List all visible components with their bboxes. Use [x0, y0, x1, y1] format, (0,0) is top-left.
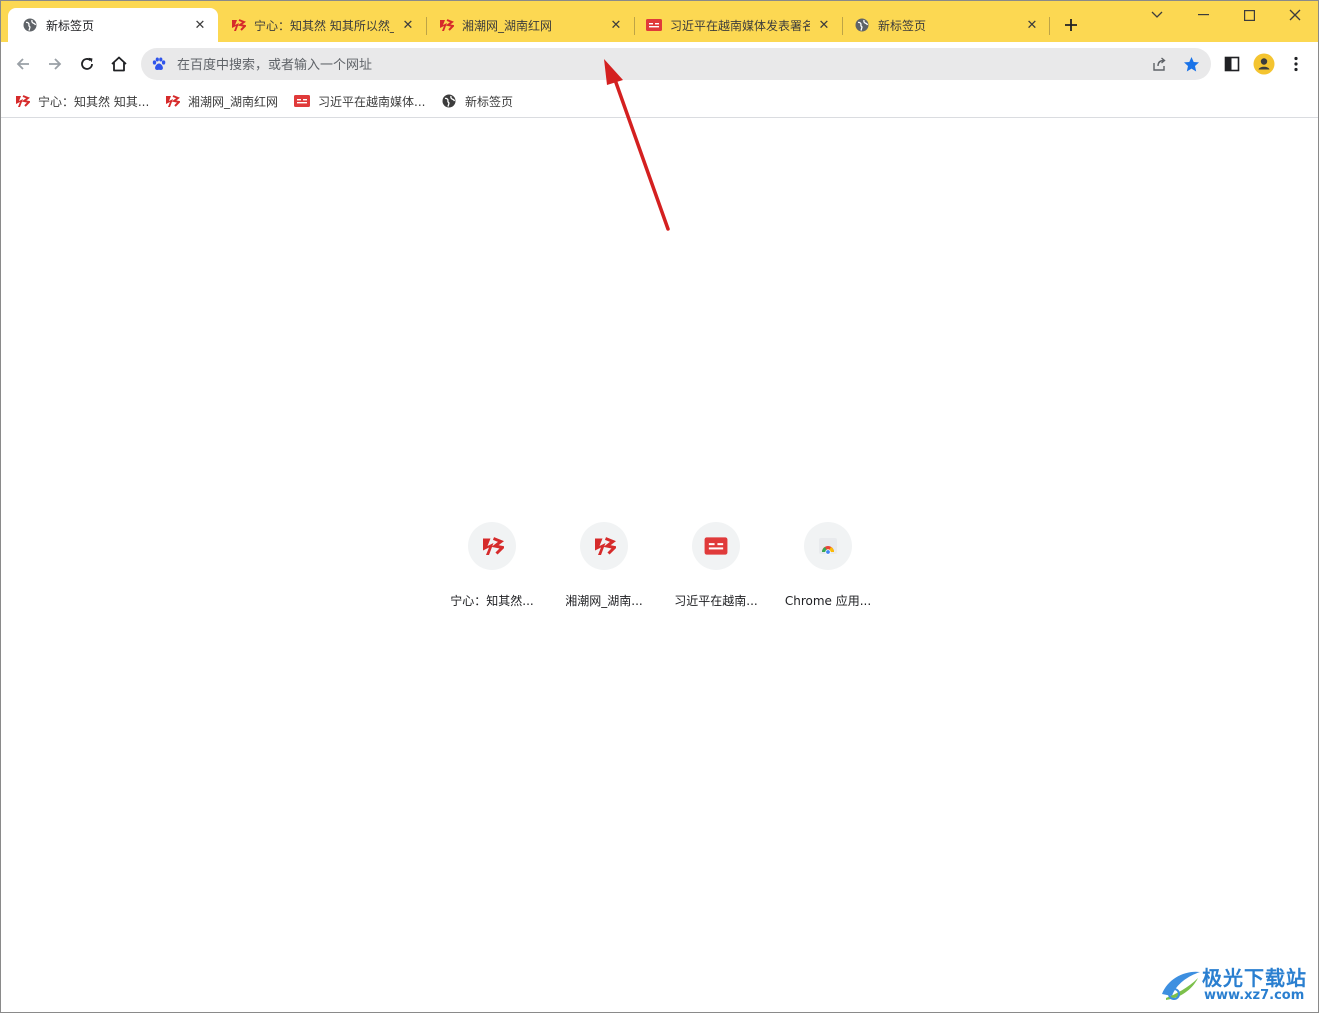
shortcut-icon-tile [580, 522, 628, 570]
profile-button[interactable] [1250, 50, 1278, 78]
arrow-left-icon [16, 58, 29, 70]
maximize-button[interactable] [1226, 0, 1272, 30]
xiangchao-logo-icon [164, 93, 180, 109]
watermark-url: www.xz7.com [1204, 988, 1305, 1003]
avatar-icon [1253, 53, 1275, 75]
tab-title: 新标签页 [46, 18, 95, 33]
xiangchao-logo-icon [438, 17, 454, 33]
star-icon[interactable] [1182, 55, 1200, 73]
shortcut-title: 湘潮网_湖南... [565, 594, 643, 608]
shortcut-chrome-apps[interactable]: Chrome 应用... [772, 520, 884, 610]
close-tab-icon[interactable]: ✕ [400, 17, 416, 33]
close-icon [1289, 9, 1301, 21]
globe-icon [441, 93, 457, 109]
shortcut-toutiao[interactable]: 习近平在越南... [660, 520, 772, 610]
bookmark-label: 新标签页 [465, 94, 514, 109]
shortcut-ningxin[interactable]: 宁心：知其然... [436, 520, 548, 610]
bookmark-label: 习近平在越南媒体... [318, 94, 426, 109]
toutiao-logo-icon [704, 537, 728, 555]
tab-new-tab-2[interactable]: 新标签页 ✕ [840, 8, 1050, 42]
globe-icon [22, 17, 38, 33]
back-button[interactable] [9, 50, 37, 78]
reload-icon [81, 57, 93, 70]
bookmark-label: 宁心：知其然 知其... [38, 94, 150, 109]
watermark-brand: 极光下载站 [1202, 966, 1307, 990]
toutiao-logo-icon [294, 93, 310, 109]
minimize-icon [1197, 14, 1209, 16]
tab-title: 习近平在越南媒体发表署名 [670, 18, 810, 33]
xiangchao-logo-icon [230, 17, 246, 33]
chevron-down-icon [1151, 11, 1163, 18]
baidu-icon [150, 55, 168, 73]
tab-separator [1049, 17, 1050, 35]
forward-button[interactable] [41, 50, 69, 78]
minimize-button[interactable] [1180, 0, 1226, 30]
more-vert-icon [1294, 56, 1298, 72]
shortcut-icon-tile [804, 522, 852, 570]
chrome-apps-icon [819, 538, 837, 555]
tab-xiangchao[interactable]: 湘潮网_湖南红网 ✕ [424, 8, 634, 42]
shortcut-icon-tile [692, 522, 740, 570]
home-button[interactable] [105, 50, 133, 78]
plus-icon [1065, 19, 1077, 31]
home-icon [111, 56, 127, 72]
tab-strip: 新标签页 ✕ 宁心：知其然 知其所以然_ ✕ 湘潮网_湖南红网 ✕ 习近平在越南… [0, 0, 1319, 42]
close-tab-icon[interactable]: ✕ [1024, 17, 1040, 33]
xiangchao-logo-icon [483, 537, 504, 555]
close-tab-icon[interactable]: ✕ [608, 17, 624, 33]
maximize-icon [1243, 9, 1255, 21]
share-icon[interactable] [1150, 55, 1168, 73]
xiangchao-logo-icon [14, 93, 30, 109]
shortcut-title: Chrome 应用... [784, 594, 872, 608]
watermark: 极光下载站 www.xz7.com [1158, 962, 1318, 1008]
shortcut-title: 习近平在越南... [674, 594, 758, 608]
shortcut-title: 宁心：知其然... [450, 594, 534, 608]
bookmark-toutiao[interactable]: 习近平在越南媒体... [294, 90, 425, 112]
bookmark-ningxin[interactable]: 宁心：知其然 知其... [14, 90, 149, 112]
bookmark-xiangchao[interactable]: 湘潮网_湖南红网 [164, 90, 278, 112]
annotation-arrow [604, 59, 670, 231]
side-panel-button[interactable] [1218, 50, 1246, 78]
globe-icon [854, 17, 870, 33]
new-tab-button[interactable] [1058, 12, 1084, 38]
jiguang-logo-icon [1162, 971, 1200, 1000]
close-tab-icon[interactable]: ✕ [816, 17, 832, 33]
shortcut-icon-tile [468, 522, 516, 570]
toutiao-logo-icon [646, 17, 662, 33]
side-panel-icon [1224, 56, 1240, 72]
shortcut-xiangchao[interactable]: 湘潮网_湖南... [548, 520, 660, 610]
tab-new-tab-active[interactable]: 新标签页 ✕ [8, 8, 218, 42]
tab-title: 新标签页 [878, 18, 927, 33]
tab-title: 湘潮网_湖南红网 [462, 18, 553, 33]
tab-ningxin[interactable]: 宁心：知其然 知其所以然_ ✕ [216, 8, 426, 42]
close-tab-icon[interactable]: ✕ [192, 17, 208, 33]
menu-button[interactable] [1282, 50, 1310, 78]
reload-button[interactable] [73, 50, 101, 78]
xiangchao-logo-icon [595, 537, 616, 555]
tab-toutiao[interactable]: 习近平在越南媒体发表署名 ✕ [632, 8, 842, 42]
bookmark-new-tab[interactable]: 新标签页 [441, 90, 513, 112]
tab-search-button[interactable] [1134, 0, 1180, 30]
close-window-button[interactable] [1272, 0, 1318, 30]
arrow-right-icon [49, 58, 62, 70]
bookmark-label: 湘潮网_湖南红网 [188, 94, 279, 109]
tab-title: 宁心：知其然 知其所以然_ [254, 18, 394, 33]
